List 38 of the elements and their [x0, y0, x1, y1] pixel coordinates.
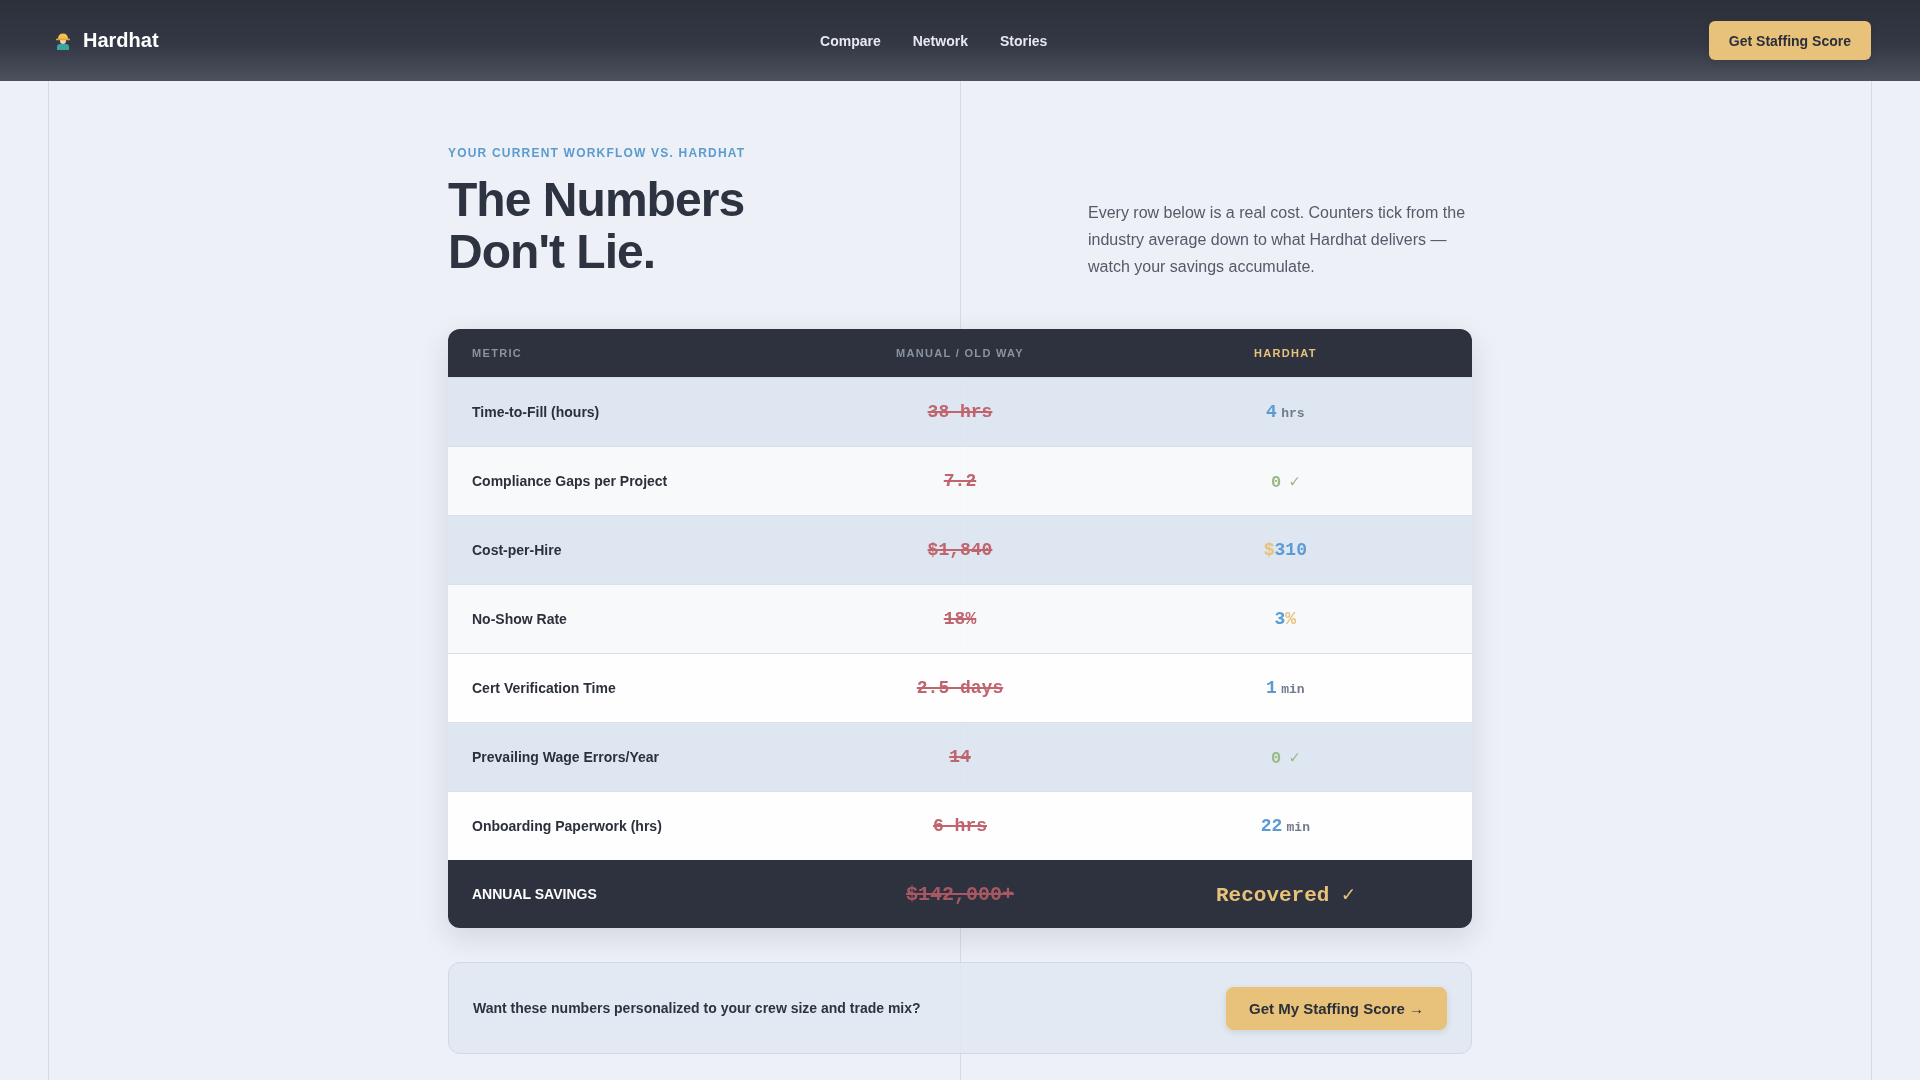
hardhat-value: 22 min [1260, 816, 1310, 836]
metric-label: Prevailing Wage Errors/Year [472, 749, 659, 765]
intro-paragraph: Every row below is a real cost. Counters tick from the industry average down to what Hardhat delivers — watch your savings accumulate. [1088, 203, 1467, 277]
metric-label: Cost-per-Hire [472, 542, 562, 558]
hardhat-value: 3% [1274, 609, 1297, 629]
brand-name: Hardhat [83, 29, 159, 52]
old-value: 14 [949, 747, 971, 767]
metric-label: Cert Verification Time [472, 680, 616, 696]
summary-label: ANNUAL SAVINGS [472, 886, 597, 902]
page-heading: The Numbers Don't Lie. [448, 174, 746, 278]
nav-link[interactable]: Network [912, 32, 968, 49]
old-value: 38 hrs [927, 402, 993, 422]
old-value: 7.2 [943, 471, 977, 491]
recovered-total: Recovered ✓ [1216, 882, 1355, 907]
hardhat-value: 4 hrs [1266, 402, 1305, 422]
hardhat-value: 0 ✓ [1270, 471, 1300, 492]
column-header: HARDHAT [1253, 347, 1317, 359]
nav-link[interactable]: Stories [999, 32, 1048, 49]
staffing-score-button[interactable]: Get My Staffing Score → [1225, 986, 1447, 1030]
metric-label: Time-to-Fill (hours) [472, 404, 600, 420]
column-header: METRIC [472, 347, 523, 359]
hardhat-value: 0 ✓ [1270, 747, 1300, 768]
hardhat-value: 1 min [1266, 678, 1305, 698]
metric-label: Compliance Gaps per Project [472, 473, 668, 489]
old-value: 18% [943, 609, 977, 629]
section-eyebrow: YOUR CURRENT WORKFLOW VS. HARDHAT [448, 146, 747, 160]
staffing-score-button[interactable]: Get Staffing Score [1708, 21, 1871, 60]
column-header: MANUAL / OLD WAY [895, 347, 1025, 359]
cta-text: Want these numbers personalized to your crew size and trade mix? [473, 1000, 921, 1016]
old-value: 6 hrs [933, 816, 987, 836]
metric-label: No-Show Rate [472, 611, 567, 627]
worker-icon [55, 31, 71, 50]
hardhat-value: $310 [1263, 540, 1307, 560]
old-value: 2.5 days [916, 678, 1004, 698]
metric-label: Onboarding Paperwork (hrs) [472, 818, 662, 834]
nav-link[interactable]: Compare [820, 32, 881, 49]
old-value: $1,840 [927, 540, 993, 560]
old-total: $142,000+ [905, 882, 1014, 906]
